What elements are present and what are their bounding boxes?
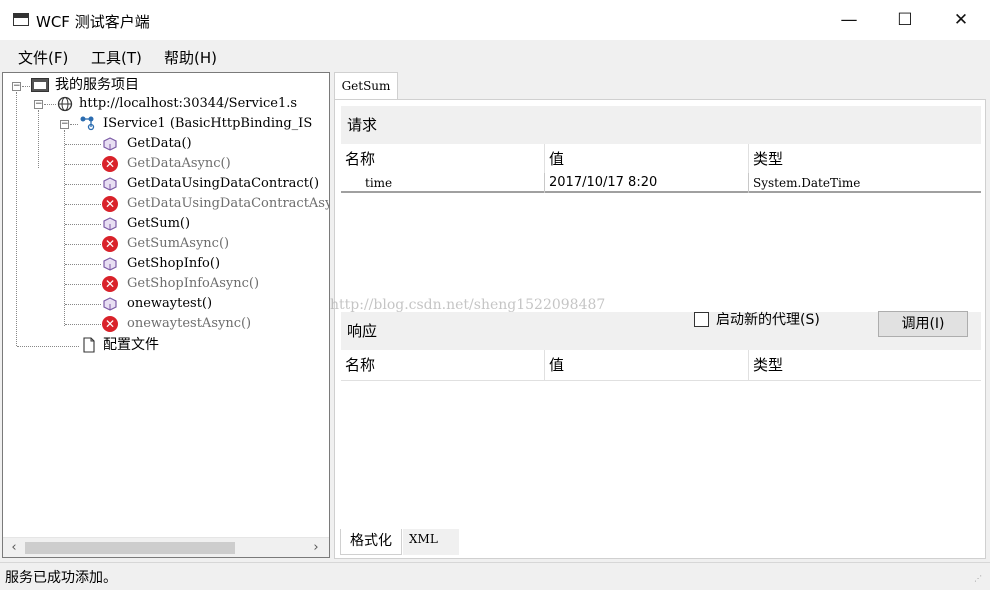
- wcf-test-client-window: WCF 测试客户端 — ☐ ✕ 文件(F) 工具(T) 帮助(H) − 我的服务…: [0, 0, 990, 590]
- param-name: time: [341, 173, 545, 193]
- status-text: 服务已成功添加。: [5, 570, 117, 586]
- tree-operation[interactable]: GetDataAsync(): [127, 154, 231, 174]
- request-header: 请求: [341, 106, 981, 144]
- tree-operation[interactable]: onewaytestAsync(): [127, 314, 251, 334]
- menu-tools[interactable]: 工具(T): [91, 47, 142, 68]
- tree-horizontal-scrollbar[interactable]: ‹ ›: [3, 537, 329, 557]
- operation-icon: [103, 177, 117, 191]
- collapse-root-icon[interactable]: −: [12, 82, 21, 91]
- error-icon: ✕: [102, 196, 118, 212]
- error-icon: ✕: [102, 276, 118, 292]
- tree-operation[interactable]: GetShopInfoAsync(): [127, 274, 259, 294]
- param-type: System.DateTime: [753, 176, 861, 190]
- column-name: 名称: [341, 350, 545, 380]
- tree-contract[interactable]: IService1 (BasicHttpBinding_IS: [103, 114, 312, 134]
- column-name: 名称: [341, 144, 545, 174]
- service-tree[interactable]: − 我的服务项目 − http://localhost:30344/Servic…: [2, 72, 330, 558]
- response-grid-body: [341, 380, 981, 528]
- menu-help[interactable]: 帮助(H): [164, 47, 217, 68]
- tree-operation[interactable]: GetShopInfo(): [127, 254, 220, 274]
- column-type: 类型: [753, 356, 784, 374]
- globe-icon: [57, 96, 73, 112]
- scroll-thumb[interactable]: [25, 542, 235, 554]
- new-proxy-checkbox[interactable]: [694, 312, 709, 327]
- tree-operation[interactable]: GetDataUsingDataContract(): [127, 174, 319, 194]
- operation-icon: [103, 137, 117, 151]
- tab-getsum[interactable]: GetSum: [334, 72, 398, 100]
- document-icon: [83, 337, 95, 353]
- scroll-left-icon[interactable]: ‹: [5, 539, 23, 557]
- menu-bar: 文件(F) 工具(T) 帮助(H): [0, 40, 990, 72]
- table-row[interactable]: time 2017/10/17 8:20 System.DateTime: [341, 173, 981, 193]
- title-bar: WCF 测试客户端 — ☐ ✕: [0, 0, 990, 40]
- app-icon: [13, 13, 29, 26]
- collapse-contract-icon[interactable]: −: [60, 120, 69, 129]
- service-project-icon: [31, 78, 49, 92]
- maximize-button[interactable]: ☐: [882, 5, 928, 35]
- tree-operation[interactable]: GetSumAsync(): [127, 234, 229, 254]
- scroll-right-icon[interactable]: ›: [307, 539, 325, 557]
- close-button[interactable]: ✕: [938, 5, 984, 35]
- tree-endpoint[interactable]: http://localhost:30344/Service1.s: [79, 94, 297, 114]
- resize-grip-icon[interactable]: ⋰: [974, 574, 986, 586]
- collapse-endpoint-icon[interactable]: −: [34, 100, 43, 109]
- invoke-button[interactable]: 调用(I): [878, 311, 968, 337]
- error-icon: ✕: [102, 156, 118, 172]
- watermark: http://blog.csdn.net/sheng1522098487: [330, 297, 606, 313]
- response-grid-header: 名称 值 类型: [341, 350, 981, 380]
- tree-operation[interactable]: GetData(): [127, 134, 192, 154]
- column-value: 值: [545, 350, 749, 380]
- minimize-button[interactable]: —: [826, 5, 872, 35]
- tree-operation[interactable]: GetDataUsingDataContractAsy: [127, 194, 329, 214]
- new-proxy-label: 启动新的代理(S): [716, 312, 820, 328]
- tree-operation-selected[interactable]: GetSum(): [127, 214, 190, 234]
- column-value: 值: [545, 144, 749, 174]
- error-icon: ✕: [102, 316, 118, 332]
- tab-xml[interactable]: XML: [403, 529, 459, 555]
- window-title: WCF 测试客户端: [36, 13, 150, 31]
- operation-icon: [103, 217, 117, 231]
- operation-icon: [103, 297, 117, 311]
- param-value[interactable]: 2017/10/17 8:20: [545, 173, 749, 193]
- tree-root[interactable]: 我的服务项目: [55, 75, 139, 95]
- column-type: 类型: [753, 150, 784, 168]
- tree-config[interactable]: 配置文件: [103, 335, 159, 355]
- contract-icon: [80, 116, 95, 131]
- request-grid-header: 名称 值 类型: [341, 144, 981, 174]
- tab-formatted[interactable]: 格式化: [340, 529, 402, 555]
- status-bar: 服务已成功添加。 ⋰: [0, 562, 990, 590]
- tree-operation[interactable]: onewaytest(): [127, 294, 212, 314]
- menu-file[interactable]: 文件(F): [18, 47, 68, 68]
- error-icon: ✕: [102, 236, 118, 252]
- operation-icon: [103, 257, 117, 271]
